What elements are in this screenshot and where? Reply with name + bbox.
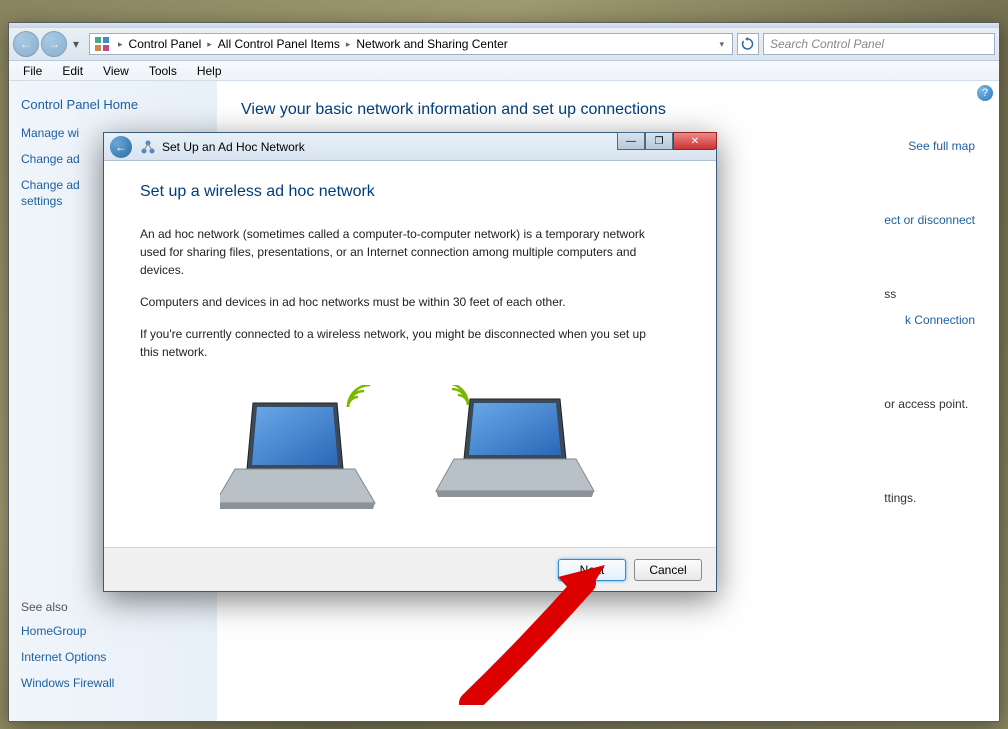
- chevron-right-icon: ▸: [114, 39, 127, 50]
- wizard-paragraph-1: An ad hoc network (sometimes called a co…: [140, 225, 650, 279]
- wizard-close-button[interactable]: ✕: [673, 132, 717, 150]
- link-network-connection[interactable]: k Connection: [884, 313, 975, 327]
- menu-file[interactable]: File: [13, 62, 52, 80]
- sidebar-windows-firewall[interactable]: Windows Firewall: [21, 676, 205, 690]
- wizard-paragraph-3: If you're currently connected to a wirel…: [140, 325, 650, 361]
- wizard-paragraph-2: Computers and devices in ad hoc networks…: [140, 293, 650, 311]
- menu-help[interactable]: Help: [187, 62, 232, 80]
- sidebar-home[interactable]: Control Panel Home: [21, 97, 205, 112]
- breadcrumb-all-items[interactable]: All Control Panel Items: [216, 37, 342, 51]
- wizard-body: Set up a wireless ad hoc network An ad h…: [104, 161, 716, 547]
- search-placeholder: Search Control Panel: [770, 37, 884, 51]
- help-icon[interactable]: ?: [977, 85, 993, 101]
- menu-bar: File Edit View Tools Help: [9, 61, 999, 81]
- menu-view[interactable]: View: [93, 62, 139, 80]
- network-icon: [140, 139, 156, 155]
- nav-back-button[interactable]: ←: [13, 31, 39, 57]
- wizard-titlebar[interactable]: ← Set Up an Ad Hoc Network — ❐ ✕: [104, 133, 716, 161]
- sidebar-internet-options[interactable]: Internet Options: [21, 650, 205, 664]
- chevron-right-icon: ▸: [342, 39, 355, 50]
- breadcrumb-control-panel[interactable]: Control Panel: [127, 37, 204, 51]
- refresh-button[interactable]: [737, 33, 759, 55]
- link-connect-disconnect[interactable]: ect or disconnect: [884, 213, 975, 227]
- text-access: ss: [884, 287, 975, 301]
- control-panel-icon: [94, 36, 110, 52]
- sidebar-see-also: See also: [21, 600, 205, 614]
- wizard-footer: Next Cancel: [104, 547, 716, 591]
- laptop-right-icon: [430, 385, 600, 515]
- nav-forward-button[interactable]: →: [41, 31, 67, 57]
- next-button[interactable]: Next: [558, 559, 626, 581]
- text-access-point: or access point.: [884, 397, 975, 411]
- breadcrumb[interactable]: ▸ Control Panel ▸ All Control Panel Item…: [89, 33, 733, 55]
- menu-tools[interactable]: Tools: [139, 62, 187, 80]
- text-settings: ttings.: [884, 491, 975, 505]
- sidebar-homegroup[interactable]: HomeGroup: [21, 624, 205, 638]
- wizard-minimize-button[interactable]: —: [617, 132, 645, 150]
- wizard-illustration: [140, 385, 680, 515]
- breadcrumb-network-sharing[interactable]: Network and Sharing Center: [354, 37, 509, 51]
- wizard-dialog: ← Set Up an Ad Hoc Network — ❐ ✕ Set up …: [103, 132, 717, 592]
- laptop-left-icon: [220, 385, 390, 515]
- link-full-map[interactable]: See full map: [884, 139, 975, 153]
- chevron-right-icon: ▸: [203, 39, 216, 50]
- page-title: View your basic network information and …: [241, 101, 975, 119]
- chevron-down-icon[interactable]: ▾: [715, 39, 728, 50]
- wizard-heading: Set up a wireless ad hoc network: [140, 183, 680, 201]
- wizard-back-button[interactable]: ←: [110, 136, 132, 158]
- wizard-maximize-button[interactable]: ❐: [645, 132, 673, 150]
- wizard-title: Set Up an Ad Hoc Network: [162, 140, 305, 154]
- cancel-button[interactable]: Cancel: [634, 559, 702, 581]
- search-input[interactable]: Search Control Panel: [763, 33, 995, 55]
- nav-history-dropdown[interactable]: ▾: [69, 34, 83, 54]
- menu-edit[interactable]: Edit: [52, 62, 93, 80]
- nav-bar: ← → ▾ ▸ Control Panel ▸ All Control Pane…: [9, 28, 999, 61]
